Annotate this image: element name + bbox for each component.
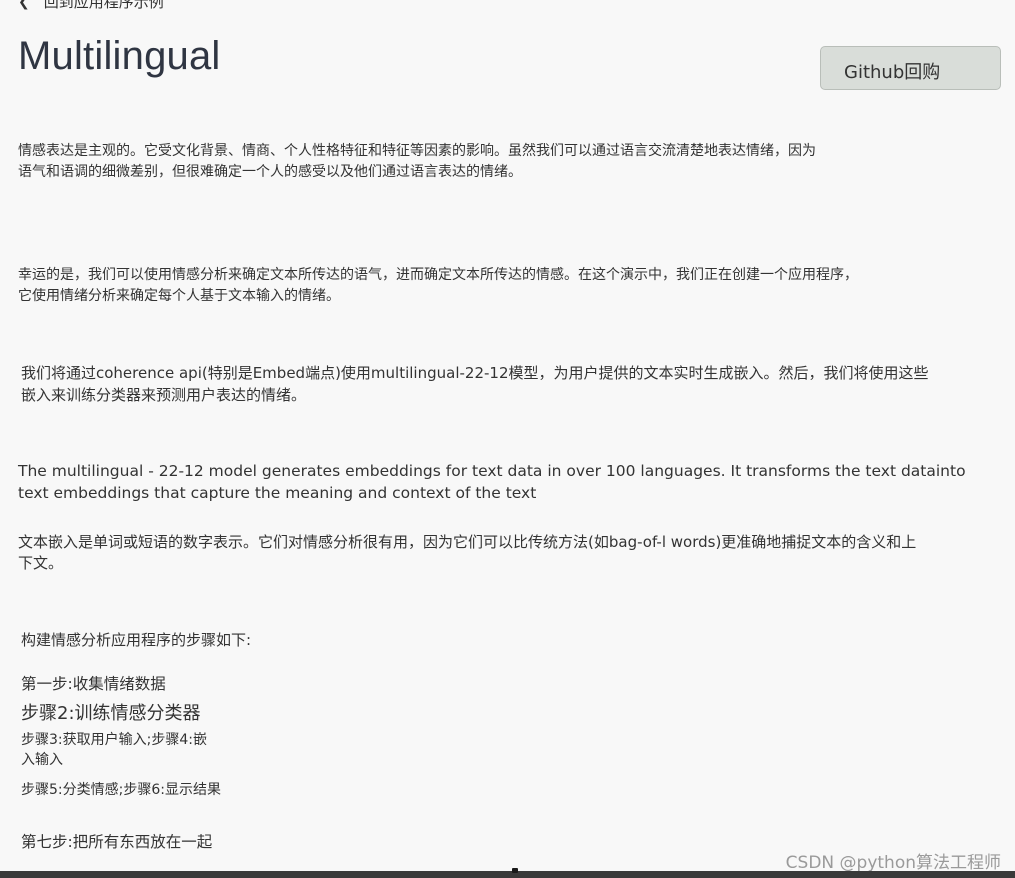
horizontal-scrollbar[interactable] <box>0 871 1015 878</box>
embed-api-paragraph: 我们将通过coherence api(特别是Embed端点)使用multilin… <box>21 364 929 404</box>
step-3-4: 步骤3:获取用户输入;步骤4:嵌 入输入 <box>21 732 207 768</box>
chevron-left-icon: ❮ <box>18 0 30 10</box>
model-description-paragraph: The multilingual - 22-12 model generates… <box>18 462 966 502</box>
step-2: 步骤2:训练情感分类器 <box>21 703 201 724</box>
step-7: 第七步:把所有东西放在一起 <box>21 833 213 851</box>
github-button[interactable]: Github回购 <box>820 46 1001 90</box>
step-1: 第一步:收集情绪数据 <box>21 675 166 693</box>
back-link-label: 回到应用程序示例 <box>43 0 164 11</box>
page-title: Multilingual <box>18 34 221 78</box>
intro-paragraph: 情感表达是主观的。它受文化背景、情商、个人性格特征和特征等因素的影响。虽然我们可… <box>18 143 816 180</box>
scrollbar-thumb[interactable] <box>512 868 518 873</box>
back-link[interactable]: ❮ 回到应用程序示例 <box>18 0 164 12</box>
sentiment-analysis-paragraph: 幸运的是，我们可以使用情感分析来确定文本所传达的语气，进而确定文本所传达的情感。… <box>18 267 858 304</box>
steps-heading: 构建情感分析应用程序的步骤如下: <box>21 631 252 649</box>
watermark: CSDN @python算法工程师 <box>785 853 1001 873</box>
step-5-6: 步骤5:分类情感;步骤6:显示结果 <box>21 782 221 798</box>
text-embedding-paragraph: 文本嵌入是单词或短语的数字表示。它们对情感分析很有用，因为它们可以比传统方法(如… <box>18 533 917 572</box>
